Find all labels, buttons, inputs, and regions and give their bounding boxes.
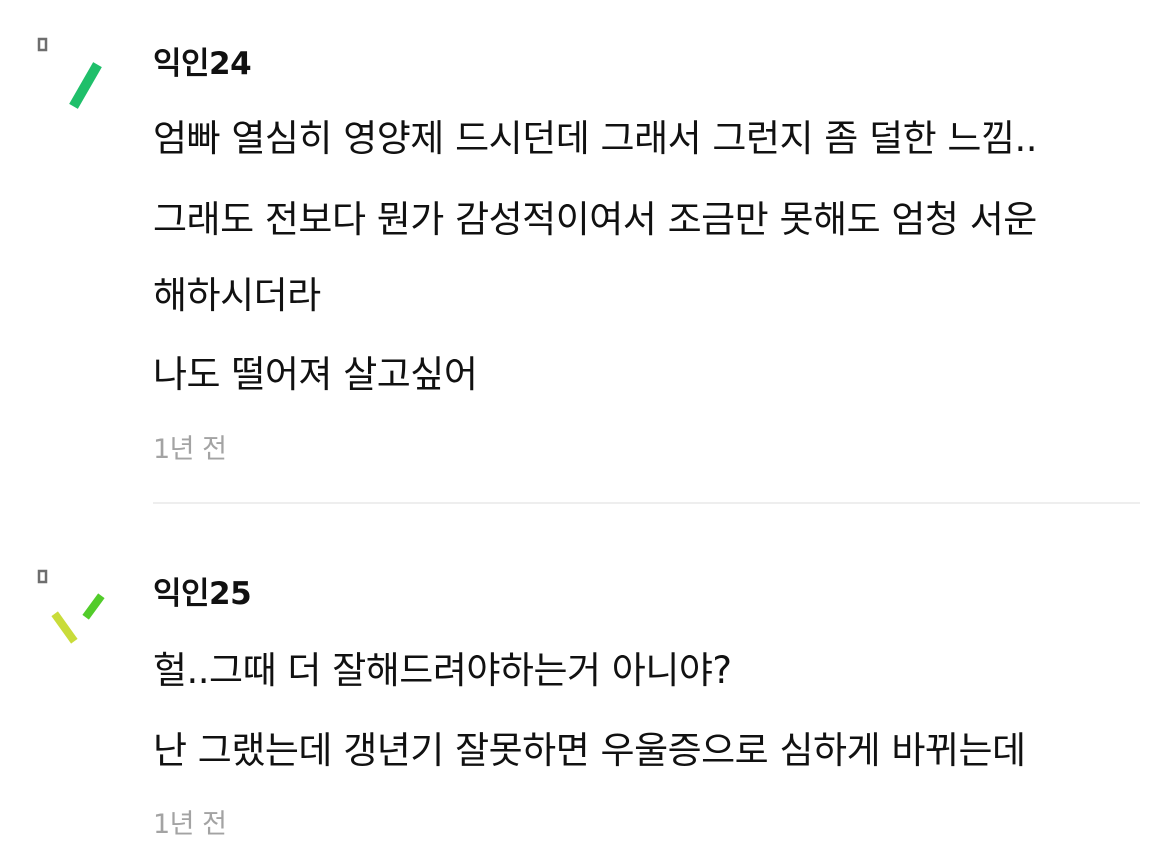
comment-author[interactable]: 익인25 <box>153 568 252 613</box>
comment-author[interactable]: 익인24 <box>153 38 252 83</box>
comment-text-line: 헐..그때 더 잘해드려야하는거 아니야? <box>153 649 732 692</box>
anonymous-avatar-icon <box>37 569 105 644</box>
anonymous-avatar-icon <box>37 37 102 109</box>
avatar[interactable] <box>30 34 120 124</box>
comment-timestamp: 1년 전 <box>153 434 227 465</box>
comment-text-line: 해하시더라 <box>153 274 321 317</box>
avatar[interactable] <box>30 566 120 656</box>
comment-text-line: 엄빠 열심히 영양제 드시던데 그래서 그런지 좀 덜한 느낌.. <box>153 117 1038 160</box>
comment-text-line: 난 그랬는데 갱년기 잘못하면 우울증으로 심하게 바뀌는데 <box>153 729 1026 772</box>
comment-text-line: 나도 떨어져 살고싶어 <box>153 353 478 396</box>
comment-timestamp: 1년 전 <box>153 809 227 840</box>
comment-text-line: 그래도 전보다 뭔가 감성적이여서 조금만 못해도 엄청 서운 <box>153 198 1037 241</box>
comment-divider <box>153 502 1140 504</box>
